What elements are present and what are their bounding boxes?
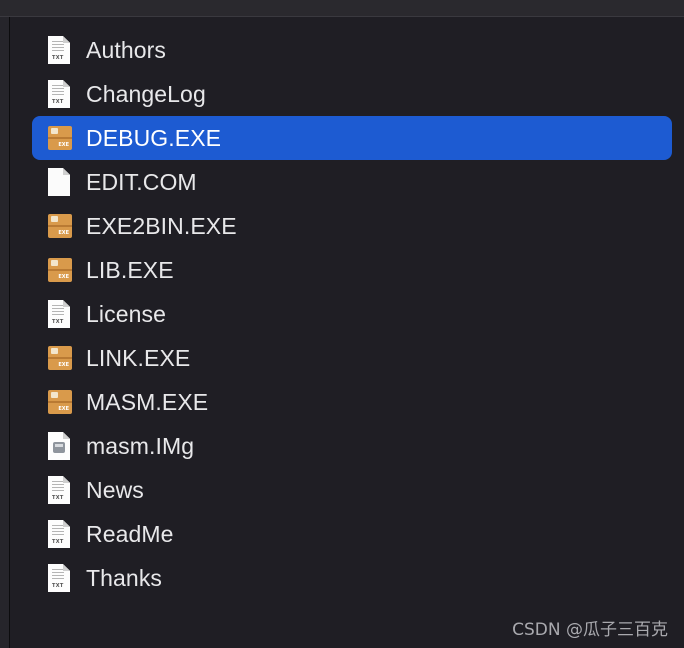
file-name: License: [86, 300, 166, 327]
file-name: LIB.EXE: [86, 256, 174, 283]
file-name: EXE2BIN.EXE: [86, 212, 237, 239]
toolbar-edge: [0, 0, 684, 17]
file-row[interactable]: TXT License: [32, 292, 672, 336]
file-row[interactable]: TXT News: [32, 468, 672, 512]
file-row[interactable]: TXT Thanks: [32, 556, 672, 600]
executable-icon: EXE: [48, 256, 72, 284]
text-document-icon: TXT: [48, 80, 72, 108]
file-name: Thanks: [86, 564, 163, 591]
executable-icon: EXE: [48, 124, 72, 152]
text-document-icon: TXT: [48, 520, 72, 548]
file-name: masm.IMg: [86, 432, 195, 459]
file-row-selected[interactable]: EXE DEBUG.EXE: [32, 116, 672, 160]
finder-window: TXT Authors TXT ChangeLog EXE DEBUG.EXE …: [0, 0, 684, 648]
file-name: ChangeLog: [86, 80, 206, 107]
text-document-icon: TXT: [48, 36, 72, 64]
file-name: Authors: [86, 36, 166, 63]
file-name: DEBUG.EXE: [86, 124, 222, 151]
text-document-icon: TXT: [48, 476, 72, 504]
executable-icon: EXE: [48, 344, 72, 372]
executable-icon: EXE: [48, 388, 72, 416]
file-row[interactable]: EXE EXE2BIN.EXE: [32, 204, 672, 248]
file-row[interactable]: EDIT.COM: [32, 160, 672, 204]
file-list: TXT Authors TXT ChangeLog EXE DEBUG.EXE …: [32, 28, 672, 600]
file-row[interactable]: masm.IMg: [32, 424, 672, 468]
file-name: ReadMe: [86, 520, 174, 547]
disk-image-icon: [48, 432, 72, 460]
file-name: News: [86, 476, 144, 503]
executable-icon: EXE: [48, 212, 72, 240]
file-name: MASM.EXE: [86, 388, 209, 415]
watermark: CSDN @瓜子三百克: [512, 620, 668, 640]
file-row[interactable]: TXT Authors: [32, 28, 672, 72]
text-document-icon: TXT: [48, 300, 72, 328]
file-name: EDIT.COM: [86, 168, 197, 195]
sidebar-edge: [0, 17, 9, 648]
file-row[interactable]: EXE LINK.EXE: [32, 336, 672, 380]
blank-document-icon: [48, 168, 72, 196]
file-row[interactable]: EXE LIB.EXE: [32, 248, 672, 292]
file-row[interactable]: EXE MASM.EXE: [32, 380, 672, 424]
text-document-icon: TXT: [48, 564, 72, 592]
file-name: LINK.EXE: [86, 344, 191, 371]
pane-divider[interactable]: [9, 17, 10, 648]
file-row[interactable]: TXT ReadMe: [32, 512, 672, 556]
file-row[interactable]: TXT ChangeLog: [32, 72, 672, 116]
